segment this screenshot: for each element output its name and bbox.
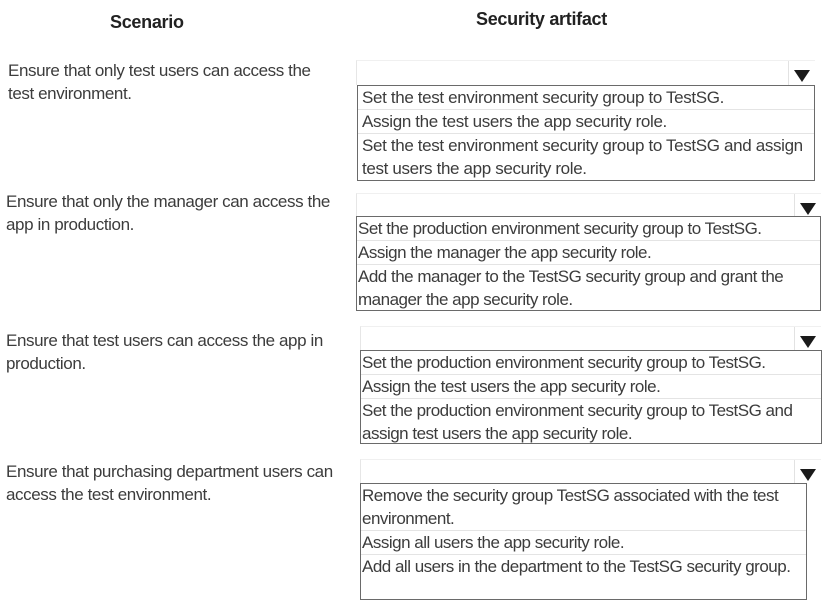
dropdown-toggle-button[interactable] [794, 460, 821, 484]
dropdown-toggle-button[interactable] [794, 194, 821, 218]
dropdown-option[interactable]: Assign the test users the app security r… [361, 375, 821, 399]
artifact-dropdown-2[interactable] [356, 193, 821, 218]
dropdown-option[interactable]: Assign all users the app security role. [361, 531, 806, 555]
dropdown-option[interactable]: Add all users in the department to the T… [361, 555, 806, 578]
dropdown-option[interactable]: Set the test environment security group … [358, 134, 814, 180]
dropdown-option[interactable]: Assign the test users the app security r… [358, 110, 814, 134]
artifact-dropdown-3[interactable] [360, 326, 821, 351]
dropdown-option[interactable]: Add the manager to the TestSG security g… [357, 265, 820, 311]
scenario-text-2: Ensure that only the manager can access … [6, 192, 330, 234]
security-artifact-column-header: Security artifact [476, 9, 607, 29]
scenario-column-header: Scenario [110, 12, 184, 32]
dropdown-toggle-button[interactable] [788, 61, 815, 85]
scenario-text-1: Ensure that only test users can access t… [8, 61, 311, 103]
dropdown-option[interactable]: Assign the manager the app security role… [357, 241, 820, 265]
scenario-text-3: Ensure that test users can access the ap… [6, 331, 323, 373]
artifact-dropdown-1[interactable] [356, 60, 815, 85]
dropdown-option[interactable]: Set the production environment security … [361, 399, 821, 445]
chevron-down-icon [800, 203, 816, 215]
dropdown-options-1: Set the test environment security group … [357, 85, 815, 181]
dropdown-options-2: Set the production environment security … [356, 216, 821, 311]
dropdown-option[interactable]: Set the production environment security … [361, 351, 821, 375]
chevron-down-icon [794, 70, 810, 82]
dropdown-option[interactable]: Set the production environment security … [357, 217, 820, 241]
dropdown-toggle-button[interactable] [794, 327, 821, 351]
dropdown-option[interactable]: Set the test environment security group … [358, 86, 814, 110]
chevron-down-icon [800, 336, 816, 348]
dropdown-options-4: Remove the security group TestSG associa… [360, 483, 807, 600]
artifact-dropdown-4[interactable] [360, 459, 821, 484]
scenario-text-4: Ensure that purchasing department users … [6, 462, 333, 504]
dropdown-option[interactable]: Remove the security group TestSG associa… [361, 484, 806, 531]
chevron-down-icon [800, 469, 816, 481]
dropdown-options-3: Set the production environment security … [360, 350, 822, 444]
